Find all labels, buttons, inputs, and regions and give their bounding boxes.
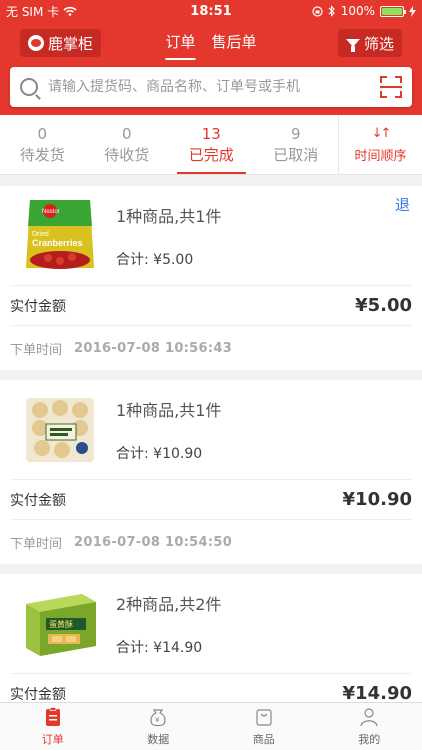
order-time: 2016-07-08 10:56:43 [74, 340, 233, 356]
order-list: Nestor Dried Cranberries 1种商品,共1件 合计: ¥5… [0, 186, 422, 702]
svg-text:¥: ¥ [155, 716, 160, 724]
paid-label: 实付金额 [10, 686, 66, 703]
deer-logo-icon [28, 35, 44, 51]
clipboard-icon [45, 707, 60, 726]
shopping-bag-icon [256, 709, 272, 726]
filter-label: 筛选 [363, 34, 394, 53]
bottom-tab-label: 商品 [252, 733, 275, 746]
tab-completed[interactable]: 13 已完成 [169, 115, 254, 174]
order-summary: 2种商品,共2件 [116, 594, 222, 614]
order-items: Nestor Dried Cranberries 1种商品,共1件 合计: ¥5… [10, 186, 412, 286]
thumb-brand: Nestor [42, 209, 60, 215]
tab-label: 待发货 [19, 145, 65, 164]
paid-row: 实付金额 ¥5.00 [10, 286, 412, 326]
order-time: 2016-07-08 10:54:50 [74, 534, 233, 550]
thumb-line1: Dried [32, 231, 49, 238]
funnel-icon [345, 39, 360, 52]
tab-pending-receipt[interactable]: 0 待收货 [85, 115, 170, 174]
brand-button[interactable]: 鹿掌柜 [20, 29, 102, 57]
order-card[interactable]: 1种商品,共1件 合计: ¥10.90 实付金额 ¥10.90 下单时间 201… [0, 380, 422, 564]
tab-after-sales[interactable]: 售后单 [212, 27, 257, 60]
order-time-label: 下单时间 [10, 536, 63, 552]
bottom-tab-bar: 订单 ¥ 数据 商品 我的 [0, 702, 422, 750]
brand-label: 鹿掌柜 [48, 34, 94, 53]
paid-label: 实付金额 [10, 492, 66, 509]
bottom-tab-data[interactable]: ¥ 数据 [106, 703, 212, 750]
order-time-row: 下单时间 2016-07-08 10:56:43 [10, 326, 412, 370]
paid-row: 实付金额 ¥14.90 [10, 674, 412, 702]
bottom-tab-label: 数据 [147, 733, 170, 746]
paid-amount: ¥10.90 [342, 489, 412, 510]
sort-label: 时间顺序 [354, 148, 407, 164]
yen-bag-icon: ¥ [150, 709, 166, 727]
tab-count: 0 [37, 124, 48, 143]
order-info: 2种商品,共2件 合计: ¥14.90 [116, 591, 221, 657]
order-card[interactable]: 蛋黄酥 2种商品,共2件 合计: ¥14.90 实付金额 ¥14.90 [0, 574, 422, 702]
product-thumbnail: Nestor Dried Cranberries [26, 199, 94, 269]
tab-pending-shipment[interactable]: 0 待发货 [0, 115, 85, 174]
bottom-tab-label: 订单 [41, 733, 64, 746]
tab-cancelled[interactable]: 9 已取消 [254, 115, 339, 174]
order-total: 合计: ¥5.00 [116, 251, 194, 268]
nav-bar: 鹿掌柜 订单 售后单 筛选 [0, 22, 422, 64]
tab-label: 待收货 [104, 145, 150, 164]
tab-count: 9 [290, 124, 301, 143]
order-total: 合计: ¥10.90 [116, 445, 203, 462]
search-icon [20, 78, 38, 96]
status-bar: 无 SIM 卡 18:51 100% [0, 0, 422, 22]
battery-icon [380, 5, 406, 17]
thumb-line2: Cranberries [32, 238, 83, 248]
order-time-row: 下单时间 2016-07-08 10:54:50 [10, 520, 412, 564]
nav-tabs: 订单 售后单 [165, 27, 257, 60]
order-info: 1种商品,共1件 合计: ¥10.90 [116, 397, 221, 463]
scan-icon[interactable] [380, 76, 402, 98]
bottom-tab-mine[interactable]: 我的 [317, 703, 422, 750]
order-items: 蛋黄酥 2种商品,共2件 合计: ¥14.90 [10, 574, 412, 674]
product-thumbnail [26, 397, 94, 462]
order-status-tabs: 0 待发货 0 待收货 13 已完成 9 已取消 ↓↑ 时间顺序 [0, 115, 422, 175]
product-thumbnail: 蛋黄酥 [26, 593, 96, 656]
bottom-tab-orders[interactable]: 订单 [0, 703, 106, 750]
search-area [0, 64, 422, 115]
filter-button[interactable]: 筛选 [337, 29, 402, 57]
search-box [10, 67, 412, 107]
paid-label: 实付金额 [10, 298, 66, 315]
tab-label: 已完成 [188, 145, 234, 164]
paid-row: 实付金额 ¥10.90 [10, 480, 412, 520]
tab-label: 已取消 [273, 145, 319, 164]
paid-amount: ¥5.00 [355, 295, 412, 316]
search-input[interactable] [48, 79, 380, 95]
bottom-tab-products[interactable]: 商品 [211, 703, 317, 750]
refund-link[interactable]: 退 [395, 194, 410, 215]
order-summary: 1种商品,共1件 [116, 400, 222, 420]
bottom-tab-label: 我的 [358, 733, 381, 746]
order-total: 合计: ¥14.90 [116, 639, 203, 656]
sort-icon: ↓↑ [371, 125, 392, 141]
tab-orders[interactable]: 订单 [165, 27, 196, 60]
order-info: 1种商品,共1件 合计: ¥5.00 [116, 203, 221, 269]
tab-count: 13 [201, 124, 221, 143]
order-summary: 1种商品,共1件 [116, 206, 222, 226]
order-time-label: 下单时间 [10, 342, 63, 358]
tab-count: 0 [121, 124, 132, 143]
thumb-brand: 蛋黄酥 [49, 619, 73, 629]
battery-fill [382, 7, 402, 15]
status-time: 18:51 [190, 3, 232, 19]
person-icon [360, 708, 378, 727]
sort-button[interactable]: ↓↑ 时间顺序 [338, 115, 422, 174]
paid-amount: ¥14.90 [342, 683, 412, 702]
order-card[interactable]: Nestor Dried Cranberries 1种商品,共1件 合计: ¥5… [0, 186, 422, 370]
order-items: 1种商品,共1件 合计: ¥10.90 [10, 380, 412, 480]
